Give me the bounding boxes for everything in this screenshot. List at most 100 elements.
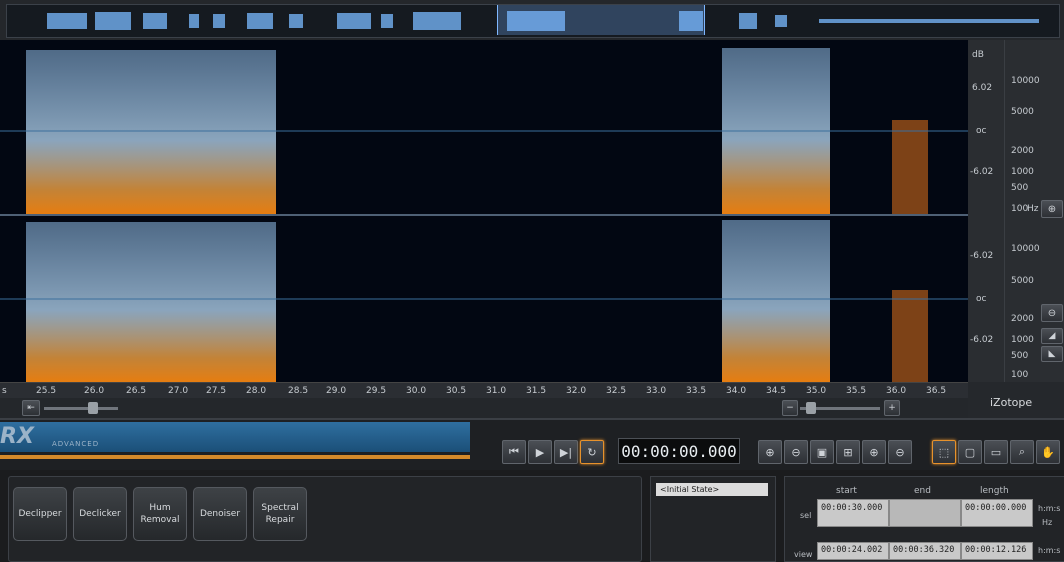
time-tick: 34.5 xyxy=(766,386,787,396)
amp-label: oc xyxy=(976,126,987,136)
brand-area: iZotope xyxy=(968,382,1064,418)
module-panel: Declipper Declicker Hum Removal Denoiser… xyxy=(8,476,642,562)
selection-unit: Hz xyxy=(1042,518,1053,527)
view-end-field[interactable]: 00:00:36.320 xyxy=(889,542,961,560)
go-to-start-button[interactable]: ⏮ xyxy=(502,440,526,464)
declipper-button[interactable]: Declipper xyxy=(13,487,67,541)
overview-waveform[interactable] xyxy=(6,4,1060,38)
time-tick: 28.0 xyxy=(246,386,267,396)
zoom-in-vertical-icon[interactable]: ⊕ xyxy=(1041,200,1063,218)
amp-label: -6.02 xyxy=(970,167,994,177)
timecode-display: 00:00:00.000 xyxy=(618,438,740,464)
time-tick: 29.0 xyxy=(326,386,347,396)
zoom-out-time-icon[interactable]: ⊖ xyxy=(784,440,808,464)
time-tick: 32.0 xyxy=(566,386,587,396)
channel-2-energy xyxy=(26,220,928,382)
selection-header-length: length xyxy=(980,486,1009,496)
zoom-out-icon[interactable]: − xyxy=(782,400,798,416)
zoom-selection-icon[interactable]: ▣ xyxy=(810,440,834,464)
time-tick: 29.5 xyxy=(366,386,387,396)
zoom-fit-icon[interactable]: ⇤ xyxy=(22,400,40,416)
amp-label: oc xyxy=(976,294,987,304)
freq-label: 10000 xyxy=(1011,76,1040,86)
time-tick: 31.5 xyxy=(526,386,547,396)
freq-label: 100 xyxy=(1011,370,1029,380)
selection-length-field[interactable]: 00:00:00.000 xyxy=(961,499,1033,527)
zoom-out-vertical-icon[interactable]: ⊖ xyxy=(1041,304,1063,322)
zoom-slider-thumb-2[interactable] xyxy=(806,402,816,414)
play-selection-button[interactable]: ▶| xyxy=(554,440,578,464)
vertical-zoom-tools: ⊕ ⊖ ◢ ◣ xyxy=(1040,40,1064,382)
time-tick: 35.0 xyxy=(806,386,827,396)
play-button[interactable]: ▶ xyxy=(528,440,552,464)
zoom-in-freq-icon[interactable]: ⊕ xyxy=(862,440,886,464)
view-start-field[interactable]: 00:00:24.002 xyxy=(817,542,889,560)
zoom-in-time-icon[interactable]: ⊕ xyxy=(758,440,782,464)
time-select-tool-icon[interactable]: ⬚ xyxy=(932,440,956,464)
time-tick: 26.0 xyxy=(84,386,105,396)
rect-select-tool-icon[interactable]: ▢ xyxy=(958,440,982,464)
history-item[interactable]: <Initial State> xyxy=(656,483,768,496)
waveform-contrast-icon[interactable]: ◣ xyxy=(1041,346,1063,362)
declicker-button[interactable]: Declicker xyxy=(73,487,127,541)
selection-row-label: sel xyxy=(800,511,812,520)
selection-start-field[interactable]: 00:00:30.000 xyxy=(817,499,889,527)
selection-unit: h:m:s xyxy=(1038,504,1061,513)
freq-label: 500 xyxy=(1011,351,1029,361)
overview-view-region[interactable] xyxy=(497,5,705,35)
freq-unit: Hz xyxy=(1027,204,1039,214)
time-unit: s xyxy=(2,386,7,396)
app-logo: RX xyxy=(0,424,34,449)
loop-button[interactable]: ↻ xyxy=(580,440,604,464)
zoom-in-icon[interactable]: + xyxy=(884,400,900,416)
time-tick: 30.0 xyxy=(406,386,427,396)
view-unit: h:m:s xyxy=(1038,546,1061,555)
amplitude-ruler: dB 6.02 oc -6.02 -6.02 oc -6.02 xyxy=(968,40,1004,382)
app-header-band: RX ADVANCED xyxy=(0,422,470,452)
time-tick: 27.5 xyxy=(206,386,227,396)
view-row-label: view xyxy=(794,550,813,559)
zoom-fit-all-icon[interactable]: ⊞ xyxy=(836,440,860,464)
time-tick: 34.0 xyxy=(726,386,747,396)
freq-label: 5000 xyxy=(1011,107,1034,117)
freq-label: 5000 xyxy=(1011,276,1034,286)
time-tick: 36.5 xyxy=(926,386,947,396)
horizontal-zoom-row: ⇤ − + xyxy=(0,398,968,418)
selection-header-start: start xyxy=(836,486,857,496)
time-tick: 25.5 xyxy=(36,386,57,396)
spectral-repair-button[interactable]: Spectral Repair xyxy=(253,487,307,541)
freq-label: 2000 xyxy=(1011,314,1034,324)
amp-label: -6.02 xyxy=(970,335,994,345)
amp-label: -6.02 xyxy=(970,251,994,261)
time-tick: 27.0 xyxy=(168,386,189,396)
denoiser-button[interactable]: Denoiser xyxy=(193,487,247,541)
time-tick: 30.5 xyxy=(446,386,467,396)
time-tick: 33.5 xyxy=(686,386,707,396)
spectrogram-contrast-icon[interactable]: ◢ xyxy=(1041,328,1063,344)
time-tick: 35.5 xyxy=(846,386,867,396)
time-ruler: s 25.5 26.0 26.5 27.0 27.5 28.0 28.5 29.… xyxy=(0,382,968,399)
time-tick: 31.0 xyxy=(486,386,507,396)
frequency-ruler: 10000 5000 2000 1000 500 100 Hz 10000 50… xyxy=(1004,40,1041,382)
brand-logo: iZotope xyxy=(990,396,1033,409)
selection-header-end: end xyxy=(914,486,931,496)
view-length-field[interactable]: 00:00:12.126 xyxy=(961,542,1033,560)
zoom-out-freq-icon[interactable]: ⊖ xyxy=(888,440,912,464)
freq-label: 1000 xyxy=(1011,167,1034,177)
freq-label: 10000 xyxy=(1011,244,1040,254)
time-tick: 36.0 xyxy=(886,386,907,396)
selection-end-field[interactable] xyxy=(889,499,961,527)
hand-tool-icon[interactable]: ✋ xyxy=(1036,440,1060,464)
spectrogram-view[interactable] xyxy=(0,40,968,382)
hum-removal-button[interactable]: Hum Removal xyxy=(133,487,187,541)
zoom-slider-thumb[interactable] xyxy=(88,402,98,414)
time-tick: 33.0 xyxy=(646,386,667,396)
time-tick: 32.5 xyxy=(606,386,627,396)
freq-select-tool-icon[interactable]: ▭ xyxy=(984,440,1008,464)
freq-label: 1000 xyxy=(1011,335,1034,345)
magnify-tool-icon[interactable]: ⌕ xyxy=(1010,440,1034,464)
time-tick: 28.5 xyxy=(288,386,309,396)
zoom-slider-track[interactable] xyxy=(44,407,118,410)
app-edition: ADVANCED xyxy=(52,440,100,448)
freq-label: 500 xyxy=(1011,183,1029,193)
